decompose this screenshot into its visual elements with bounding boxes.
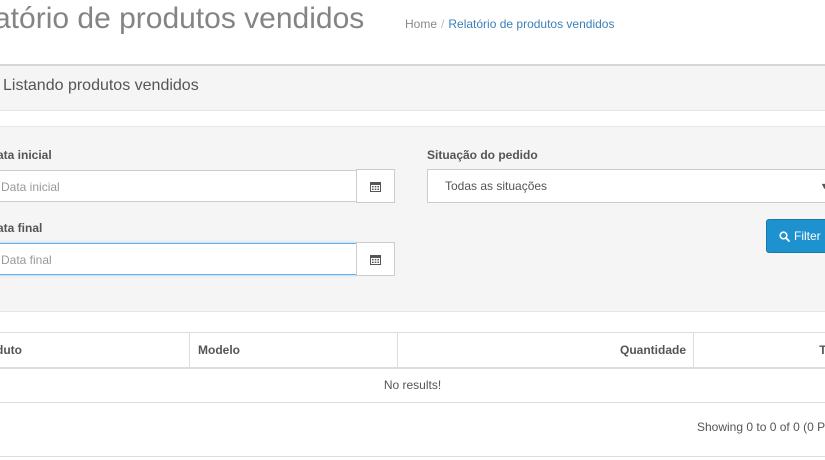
filter-well: ata inicial Data inicial ata final Data … <box>0 126 825 312</box>
calendar-icon <box>370 254 381 265</box>
date-start-input[interactable]: Data inicial <box>0 170 357 202</box>
filter-button[interactable]: Filter <box>766 219 825 253</box>
column-header-product[interactable]: duto <box>0 333 190 367</box>
panel-title: Listando produtos vendidos <box>3 77 199 94</box>
breadcrumb-current-link[interactable]: Relatório de produtos vendidos <box>448 17 614 31</box>
filter-button-label: Filter <box>794 229 821 243</box>
chevron-down-icon: ▼ <box>820 181 825 191</box>
report-panel: Listando produtos vendidos ata inicial D… <box>0 64 825 457</box>
date-end-label: ata final <box>0 221 43 235</box>
order-status-select[interactable]: Todas as situações ▼ <box>427 169 825 203</box>
search-icon <box>779 230 790 242</box>
date-start-calendar-button[interactable] <box>356 169 395 203</box>
breadcrumb-separator: / <box>441 17 445 31</box>
column-header-total[interactable]: To <box>693 333 825 367</box>
breadcrumb-home-link[interactable]: Home <box>405 17 437 31</box>
column-header-model[interactable]: Modelo <box>189 333 398 367</box>
page-title: atório de produtos vendidos <box>0 2 365 35</box>
pagination-summary: Showing 0 to 0 of 0 (0 P <box>697 420 825 434</box>
calendar-icon <box>370 181 381 192</box>
date-end-calendar-button[interactable] <box>356 242 395 276</box>
date-start-label: ata inicial <box>0 148 52 162</box>
table-header-row: duto Modelo Quantidade To <box>0 332 825 369</box>
table-empty-row: No results! <box>0 368 825 403</box>
order-status-label: Situação do pedido <box>427 148 538 162</box>
panel-heading: Listando produtos vendidos <box>0 66 825 111</box>
date-end-input[interactable]: Data final <box>0 243 357 275</box>
column-header-quantity[interactable]: Quantidade <box>397 333 694 367</box>
breadcrumb: Home / Relatório de produtos vendidos <box>405 17 614 31</box>
order-status-value: Todas as situações <box>445 179 548 193</box>
